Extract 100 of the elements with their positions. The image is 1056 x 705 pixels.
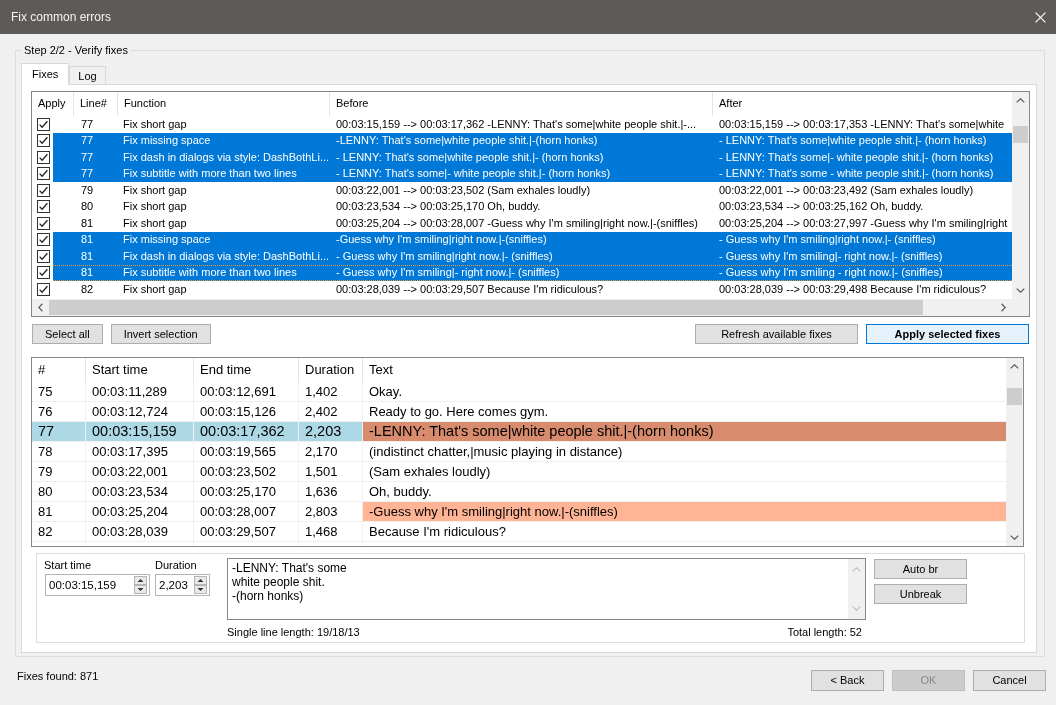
- start-time: 00:03:17,395: [86, 442, 194, 461]
- single-line-length: Single line length: 19/18/13: [227, 626, 360, 639]
- checkbox[interactable]: [37, 117, 50, 131]
- before-text: 00:03:25,204 --> 00:03:28,007 -Guess why I'm smiling|right now.|-(sniffles): [335, 216, 699, 230]
- column-header[interactable]: Text: [363, 358, 1006, 382]
- end-time: 00:03:23,502: [194, 462, 299, 481]
- fix-function: Fix subtitle with more than two lines: [122, 167, 298, 181]
- end-time: 00:03:17,362: [194, 422, 299, 441]
- fix-row[interactable]: 77 Fix short gap 00:03:15,159 --> 00:03:17,362 -LENNY: That's some|white people shit.|-... 00:03:15,159 --> 00:03:17,353 -LENNY: That's some|white: [53, 116, 1012, 133]
- chevron-up-icon[interactable]: [1016, 98, 1025, 103]
- before-text: - Guess why I'm smiling|- right now.|- (sniffles): [335, 266, 561, 280]
- fix-function: Fix dash in dialogs via style: DashBothLi...: [122, 249, 330, 263]
- line-number: 81: [80, 249, 95, 263]
- refresh-fixes-button[interactable]: Refresh available fixes: [695, 324, 858, 344]
- subtitle-row[interactable]: 79 00:03:22,001 00:03:23,502 1,501 (Sam exhales loudly): [32, 462, 1006, 482]
- checkbox[interactable]: [37, 200, 50, 214]
- scrollbar-thumb[interactable]: [1013, 126, 1028, 143]
- line-number: 81: [80, 216, 95, 230]
- fix-function: Fix short gap: [122, 282, 188, 296]
- fix-row[interactable]: 82 Fix short gap 00:03:28,039 --> 00:03:29,507 Because I'm ridiculous? 00:03:28,039 --> 00:03:29,498 Because I'm ridiculous?: [53, 281, 1012, 298]
- horizontal-scrollbar[interactable]: [32, 299, 1012, 316]
- column-header[interactable]: Start time: [86, 358, 194, 382]
- column-header[interactable]: Line#: [74, 92, 118, 116]
- row-number: 80: [32, 482, 86, 501]
- checkbox[interactable]: [37, 150, 50, 164]
- subtitle-text: Ready to go. Here comes gym.: [368, 402, 550, 421]
- checkbox[interactable]: [37, 216, 50, 230]
- subtitle-row[interactable]: 75 00:03:11,289 00:03:12,691 1,402 Okay.: [32, 382, 1006, 402]
- row-number: 79: [32, 462, 86, 481]
- chevron-up-icon[interactable]: [1010, 364, 1019, 369]
- start-time-label: Start time: [44, 559, 93, 572]
- chevron-left-icon[interactable]: [38, 303, 43, 312]
- column-header[interactable]: End time: [194, 358, 299, 382]
- checkbox[interactable]: [37, 266, 50, 280]
- chevron-down-icon[interactable]: [1016, 288, 1025, 293]
- fix-row[interactable]: 81 Fix dash in dialogs via style: DashBothLi... - Guess why I'm smiling|right now.|- (sniffles) - Guess why I'm smiling|- right now.|- (sniffles): [53, 248, 1012, 265]
- duration-label: Duration: [155, 559, 198, 572]
- column-header[interactable]: #: [32, 358, 86, 382]
- apply-fixes-button[interactable]: Apply selected fixes: [866, 324, 1029, 344]
- column-header[interactable]: After: [713, 92, 1012, 116]
- vertical-scrollbar[interactable]: [1012, 92, 1029, 299]
- column-header[interactable]: Duration: [299, 358, 363, 382]
- subtitle-row[interactable]: 82 00:03:28,039 00:03:29,507 1,468 Because I'm ridiculous?: [32, 522, 1006, 542]
- fix-row[interactable]: 77 Fix missing space -LENNY: That's some|white people shit.|-(horn honks) - LENNY: That's some|white people shit.|- (horn honks): [53, 132, 1012, 149]
- tab[interactable]: Log: [69, 66, 106, 84]
- after-text: 00:03:15,159 --> 00:03:17,353 -LENNY: That's some|white: [718, 117, 1006, 131]
- select-all-button[interactable]: Select all: [32, 324, 103, 344]
- line-number: 81: [80, 266, 95, 280]
- checkbox[interactable]: [37, 183, 50, 197]
- before-text: 00:03:28,039 --> 00:03:29,507 Because I'm ridiculous?: [335, 282, 605, 296]
- subtitle-row[interactable]: 81 00:03:25,204 00:03:28,007 2,803 -Guess why I'm smiling|right now.|-(sniffles): [32, 502, 1006, 522]
- column-header[interactable]: Before: [330, 92, 713, 116]
- row-number: 82: [32, 522, 86, 541]
- spin-arrows-icon[interactable]: [194, 576, 207, 594]
- checkbox[interactable]: [37, 134, 50, 148]
- row-number: 81: [32, 502, 86, 521]
- spin-arrows-icon[interactable]: [134, 576, 147, 594]
- checkbox[interactable]: [37, 249, 50, 263]
- fix-row[interactable]: 77 Fix dash in dialogs via style: DashBothLi... - LENNY: That's some|white people shit.|- (horn honks) - LENNY: That's some|- white people shit.|- (horn honks): [53, 149, 1012, 166]
- end-time: 00:03:19,565: [194, 442, 299, 461]
- subtitle-row[interactable]: 78 00:03:17,395 00:03:19,565 2,170 (indistinct chatter,|music playing in distance): [32, 442, 1006, 462]
- unbreak-button[interactable]: Unbreak: [874, 584, 967, 604]
- before-text: - LENNY: That's some|- white people shit.|- (horn honks): [335, 167, 612, 181]
- row-number: 77: [32, 422, 86, 441]
- back-button[interactable]: < Back: [811, 670, 884, 691]
- fix-row[interactable]: 79 Fix short gap 00:03:22,001 --> 00:03:23,502 (Sam exhales loudly) 00:03:22,001 --> 00:03:23,492 (Sam exhales loudly): [53, 182, 1012, 199]
- fix-row[interactable]: 81 Fix short gap 00:03:25,204 --> 00:03:28,007 -Guess why I'm smiling|right now.|-(sniffles) 00:03:25,204 --> 00:03:27,997 -Guess why I'm smiling|right: [53, 215, 1012, 232]
- subtitle-text-field[interactable]: -LENNY: That's some white people shit. -(horn honks): [227, 558, 866, 620]
- close-icon[interactable]: [1035, 11, 1046, 23]
- scrollbar-thumb[interactable]: [1007, 388, 1022, 405]
- cancel-button[interactable]: Cancel: [973, 670, 1046, 691]
- invert-selection-button[interactable]: Invert selection: [110, 324, 211, 344]
- scrollbar-thumb[interactable]: [49, 300, 923, 315]
- subtitle-text: Oh, buddy.: [368, 482, 433, 501]
- before-text: - LENNY: That's some|white people shit.|- (horn honks): [335, 150, 605, 164]
- start-time-field[interactable]: 00:03:15,159: [45, 574, 150, 596]
- fix-row[interactable]: 80 Fix short gap 00:03:23,534 --> 00:03:25,170 Oh, buddy. 00:03:23,534 --> 00:03:25,162 Oh, buddy.: [53, 198, 1012, 215]
- checkbox[interactable]: [37, 167, 50, 181]
- vertical-scrollbar[interactable]: [1006, 358, 1023, 546]
- fix-row[interactable]: 81 Fix missing space -Guess why I'm smiling|right now.|-(sniffles) - Guess why I'm smiling|right now.|- (sniffles): [53, 231, 1012, 248]
- row-number: 75: [32, 382, 86, 401]
- before-text: - Guess why I'm smiling|right now.|- (sniffles): [335, 249, 554, 263]
- column-header[interactable]: Function: [118, 92, 330, 116]
- duration: 1,636: [299, 482, 363, 501]
- auto-break-button[interactable]: Auto br: [874, 559, 967, 579]
- chevron-down-icon[interactable]: [1010, 535, 1019, 540]
- checkbox[interactable]: [37, 233, 50, 247]
- after-text: - Guess why I'm smiling|- right now.|- (sniffles): [718, 249, 944, 263]
- row-number: 76: [32, 402, 86, 421]
- status-text: Fixes found: 871: [17, 670, 99, 683]
- end-time: 00:03:15,126: [194, 402, 299, 421]
- tab[interactable]: Fixes: [21, 63, 70, 85]
- duration: 2,402: [299, 402, 363, 421]
- subtitle-row[interactable]: 77 00:03:15,159 00:03:17,362 2,203 -LENNY: That's some|white people shit.|-(horn honks): [32, 422, 1006, 442]
- chevron-right-icon[interactable]: [1001, 303, 1006, 312]
- line-number: 77: [80, 134, 95, 148]
- end-time: 00:03:12,691: [194, 382, 299, 401]
- checkbox[interactable]: [37, 282, 50, 296]
- end-time: 00:03:28,007: [194, 502, 299, 521]
- column-header[interactable]: Apply: [32, 92, 74, 116]
